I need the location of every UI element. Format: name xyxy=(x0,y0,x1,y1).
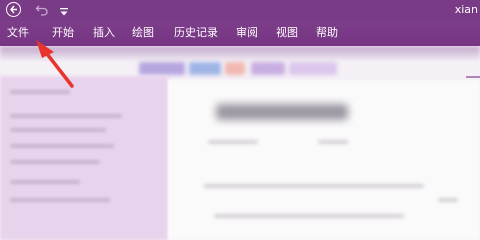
tab-insert[interactable]: 插入 xyxy=(93,26,115,39)
title-bar: xian xyxy=(0,0,480,21)
tab-draw[interactable]: 绘图 xyxy=(132,26,154,39)
tab-review[interactable]: 审阅 xyxy=(236,26,258,39)
page-time xyxy=(318,140,348,144)
undo-icon xyxy=(35,5,48,16)
section-tab[interactable] xyxy=(251,62,285,75)
divider-line xyxy=(466,76,480,78)
back-button[interactable] xyxy=(6,2,21,17)
note-page[interactable] xyxy=(168,80,480,240)
note-line xyxy=(204,184,424,188)
section-tab[interactable] xyxy=(225,62,245,75)
note-line xyxy=(214,214,404,218)
page-title xyxy=(216,104,348,120)
tab-history[interactable]: 历史记录 xyxy=(174,26,218,39)
customize-quick-access-icon xyxy=(60,8,68,16)
note-mark xyxy=(438,198,458,202)
user-name[interactable]: xian xyxy=(455,3,478,16)
page-date xyxy=(208,140,258,144)
customize-quick-access-button[interactable] xyxy=(58,3,70,16)
tab-view[interactable]: 视图 xyxy=(276,26,298,39)
page-list-item[interactable] xyxy=(10,114,122,118)
page-list-item[interactable] xyxy=(10,160,100,164)
notebook-area xyxy=(0,46,480,240)
page-list-item[interactable] xyxy=(10,90,70,94)
section-tab[interactable] xyxy=(189,62,221,75)
ribbon-shadow xyxy=(0,46,480,60)
tab-file[interactable]: 文件 xyxy=(7,26,29,39)
page-list-item[interactable] xyxy=(10,144,114,148)
section-tab[interactable] xyxy=(139,62,185,75)
tab-help[interactable]: 帮助 xyxy=(316,26,338,39)
ribbon-tab-bar: 文件 开始 插入 绘图 历史记录 审阅 视图 帮助 xyxy=(0,21,480,46)
back-arrow-icon xyxy=(10,5,17,14)
page-list-item[interactable] xyxy=(10,180,80,184)
page-list-sidebar[interactable] xyxy=(0,76,168,240)
undo-button[interactable] xyxy=(35,2,49,16)
section-tab[interactable] xyxy=(289,62,337,75)
tab-home[interactable]: 开始 xyxy=(52,26,74,39)
page-list-item[interactable] xyxy=(10,128,106,132)
page-list-item[interactable] xyxy=(10,198,110,202)
